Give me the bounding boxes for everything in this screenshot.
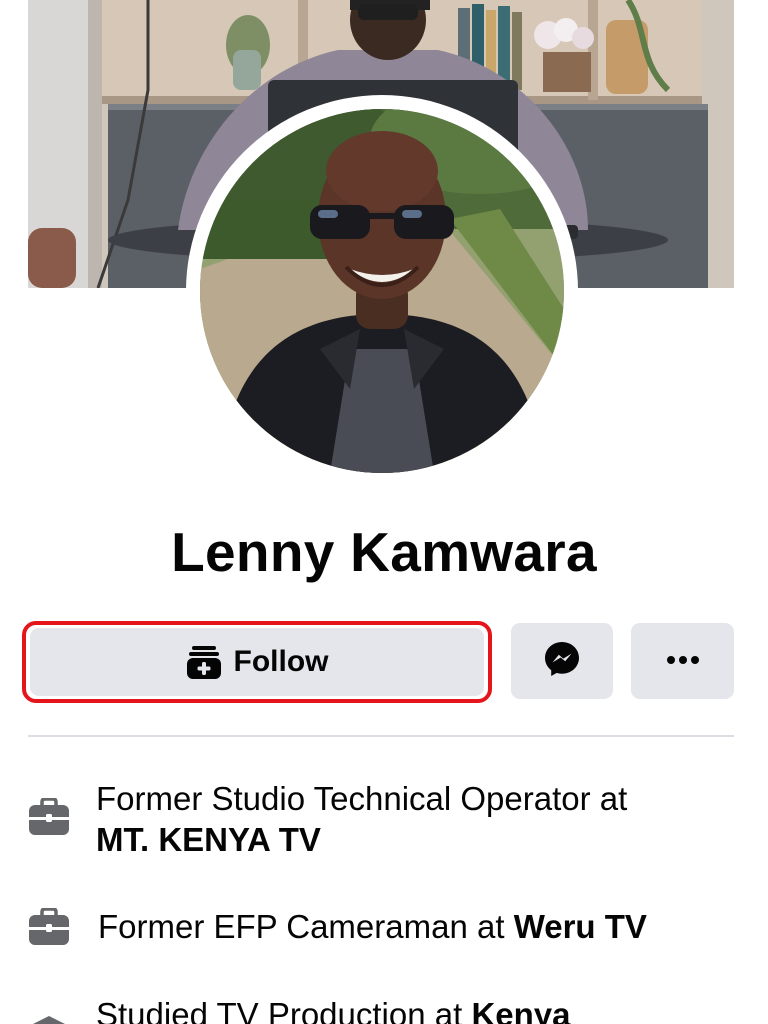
intro-text: Former EFP Cameraman at Weru TV — [98, 906, 647, 947]
graduation-cap-icon — [28, 1014, 70, 1024]
follow-add-icon — [186, 644, 222, 680]
profile-picture-frame[interactable] — [186, 95, 578, 487]
more-options-icon — [666, 652, 700, 670]
message-button[interactable] — [511, 623, 613, 699]
intro-prefix: Former Studio Technical Operator at — [96, 780, 628, 817]
profile-page: Lenny Kamwara Follow Former Studio Techn… — [0, 0, 768, 1024]
follow-button[interactable]: Follow — [30, 628, 484, 696]
intro-item-work-2: Former EFP Cameraman at Weru TV — [28, 906, 738, 950]
intro-emphasis-link[interactable]: MT. KENYA TV — [96, 821, 321, 858]
intro-emphasis-link[interactable]: Kenya — [471, 996, 570, 1024]
profile-picture[interactable] — [200, 109, 564, 473]
intro-item-work-1: Former Studio Technical Operator at MT. … — [28, 778, 738, 868]
briefcase-icon — [28, 797, 70, 836]
briefcase-icon — [28, 907, 70, 946]
intro-prefix: Studied TV Production at — [96, 996, 472, 1024]
profile-name: Lenny Kamwara — [171, 521, 597, 583]
messenger-icon — [543, 640, 581, 683]
intro-text: Former Studio Technical Operator at MT. … — [96, 778, 627, 860]
intro-item-education: Studied TV Production at Kenya — [28, 990, 738, 1024]
intro-emphasis-link[interactable]: Weru TV — [514, 908, 647, 945]
intro-prefix: Former EFP Cameraman at — [98, 908, 514, 945]
intro-text: Studied TV Production at Kenya — [96, 994, 571, 1024]
section-divider — [28, 735, 734, 737]
follow-label: Follow — [233, 645, 329, 678]
more-options-button[interactable] — [631, 623, 734, 699]
